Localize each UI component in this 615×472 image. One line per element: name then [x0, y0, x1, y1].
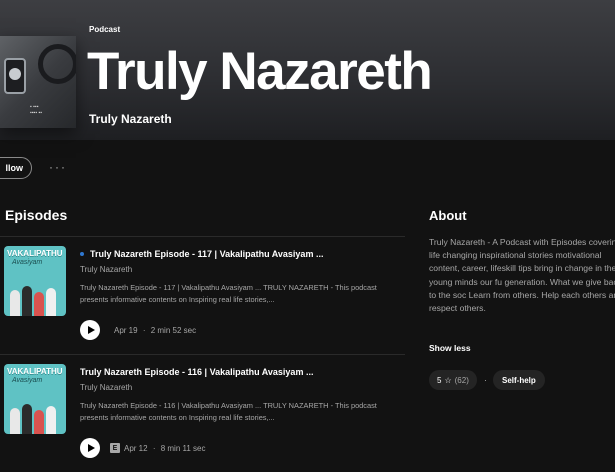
person-figure: [10, 408, 20, 434]
episode-date: Apr 19: [114, 326, 138, 335]
episode-description: Truly Nazareth Episode - 116 | Vakalipat…: [80, 401, 377, 422]
episode-date: Apr 12: [124, 444, 148, 453]
podcast-author-link[interactable]: Truly Nazareth: [89, 112, 172, 126]
episode-duration: 8 min 11 sec: [160, 444, 206, 453]
more-options-icon[interactable]: ···: [49, 160, 67, 174]
explicit-badge: E: [110, 443, 120, 453]
person-figure: [10, 290, 20, 316]
podcast-cover-art: ▪ ▪▪▪ ▪▪▪▪ ▪▪: [0, 36, 76, 128]
phone-graphic: [4, 58, 26, 94]
episode-row[interactable]: VAKALIPATHU Avasiyam Truly Nazareth Epis…: [0, 364, 405, 472]
podcast-title: Truly Nazareth: [87, 42, 433, 101]
play-button[interactable]: [80, 438, 100, 458]
episode-show-name[interactable]: Truly Nazareth: [80, 265, 132, 274]
episode-description: Truly Nazareth Episode - 117 | Vakalipat…: [80, 283, 377, 304]
episode-duration: 2 min 52 sec: [150, 326, 197, 335]
rating-badge[interactable]: 5 ☆ (62): [429, 370, 477, 390]
follow-button[interactable]: llow: [0, 157, 32, 179]
divider: [0, 354, 405, 355]
meta-separator: ·: [142, 326, 146, 335]
episode-title-text[interactable]: Truly Nazareth Episode - 117 | Vakalipat…: [90, 249, 323, 259]
person-figure: [22, 286, 32, 316]
new-episode-dot: [80, 251, 84, 256]
episodes-heading: Episodes: [5, 207, 68, 223]
podcast-type-label: Podcast: [89, 25, 121, 34]
episode-meta: Apr 12 · 8 min 11 sec: [124, 444, 205, 453]
episode-thumbnail: VAKALIPATHU Avasiyam: [4, 364, 66, 434]
episode-title[interactable]: Truly Nazareth Episode - 117 | Vakalipat…: [80, 249, 323, 259]
star-icon: ☆: [444, 375, 452, 385]
show-less-button[interactable]: Show less: [429, 343, 471, 353]
thumb-subtitle: Avasiyam: [12, 259, 43, 266]
person-figure: [46, 288, 56, 316]
rating-count: (62): [454, 375, 469, 385]
person-figure: [34, 292, 44, 316]
pill-separator: ·: [484, 375, 487, 385]
category-pill-self-help[interactable]: Self-help: [493, 370, 545, 390]
about-heading: About: [429, 208, 467, 223]
person-figure: [34, 410, 44, 434]
episode-meta: Apr 19 · 2 min 52 sec: [114, 326, 196, 335]
meta-separator: ·: [152, 444, 156, 453]
about-description: Truly Nazareth - A Podcast with Episodes…: [429, 237, 615, 314]
cover-small-text: ▪ ▪▪▪ ▪▪▪▪ ▪▪: [30, 104, 43, 116]
play-icon: [87, 444, 95, 452]
episode-title[interactable]: Truly Nazareth Episode - 116 | Vakalipat…: [80, 367, 313, 377]
episode-row[interactable]: VAKALIPATHU Avasiyam Truly Nazareth Epis…: [0, 246, 405, 358]
rating-value: 5: [437, 375, 442, 385]
thumb-title: VAKALIPATHU: [7, 249, 63, 258]
episode-thumbnail: VAKALIPATHU Avasiyam: [4, 246, 66, 316]
thumb-title: VAKALIPATHU: [7, 367, 63, 376]
play-button[interactable]: [80, 320, 100, 340]
play-icon: [87, 326, 95, 334]
person-figure: [46, 406, 56, 434]
thumb-subtitle: Avasiyam: [12, 377, 43, 384]
episode-show-name[interactable]: Truly Nazareth: [80, 383, 132, 392]
headphones-graphic: [38, 44, 76, 84]
person-figure: [22, 404, 32, 434]
divider: [0, 236, 405, 237]
